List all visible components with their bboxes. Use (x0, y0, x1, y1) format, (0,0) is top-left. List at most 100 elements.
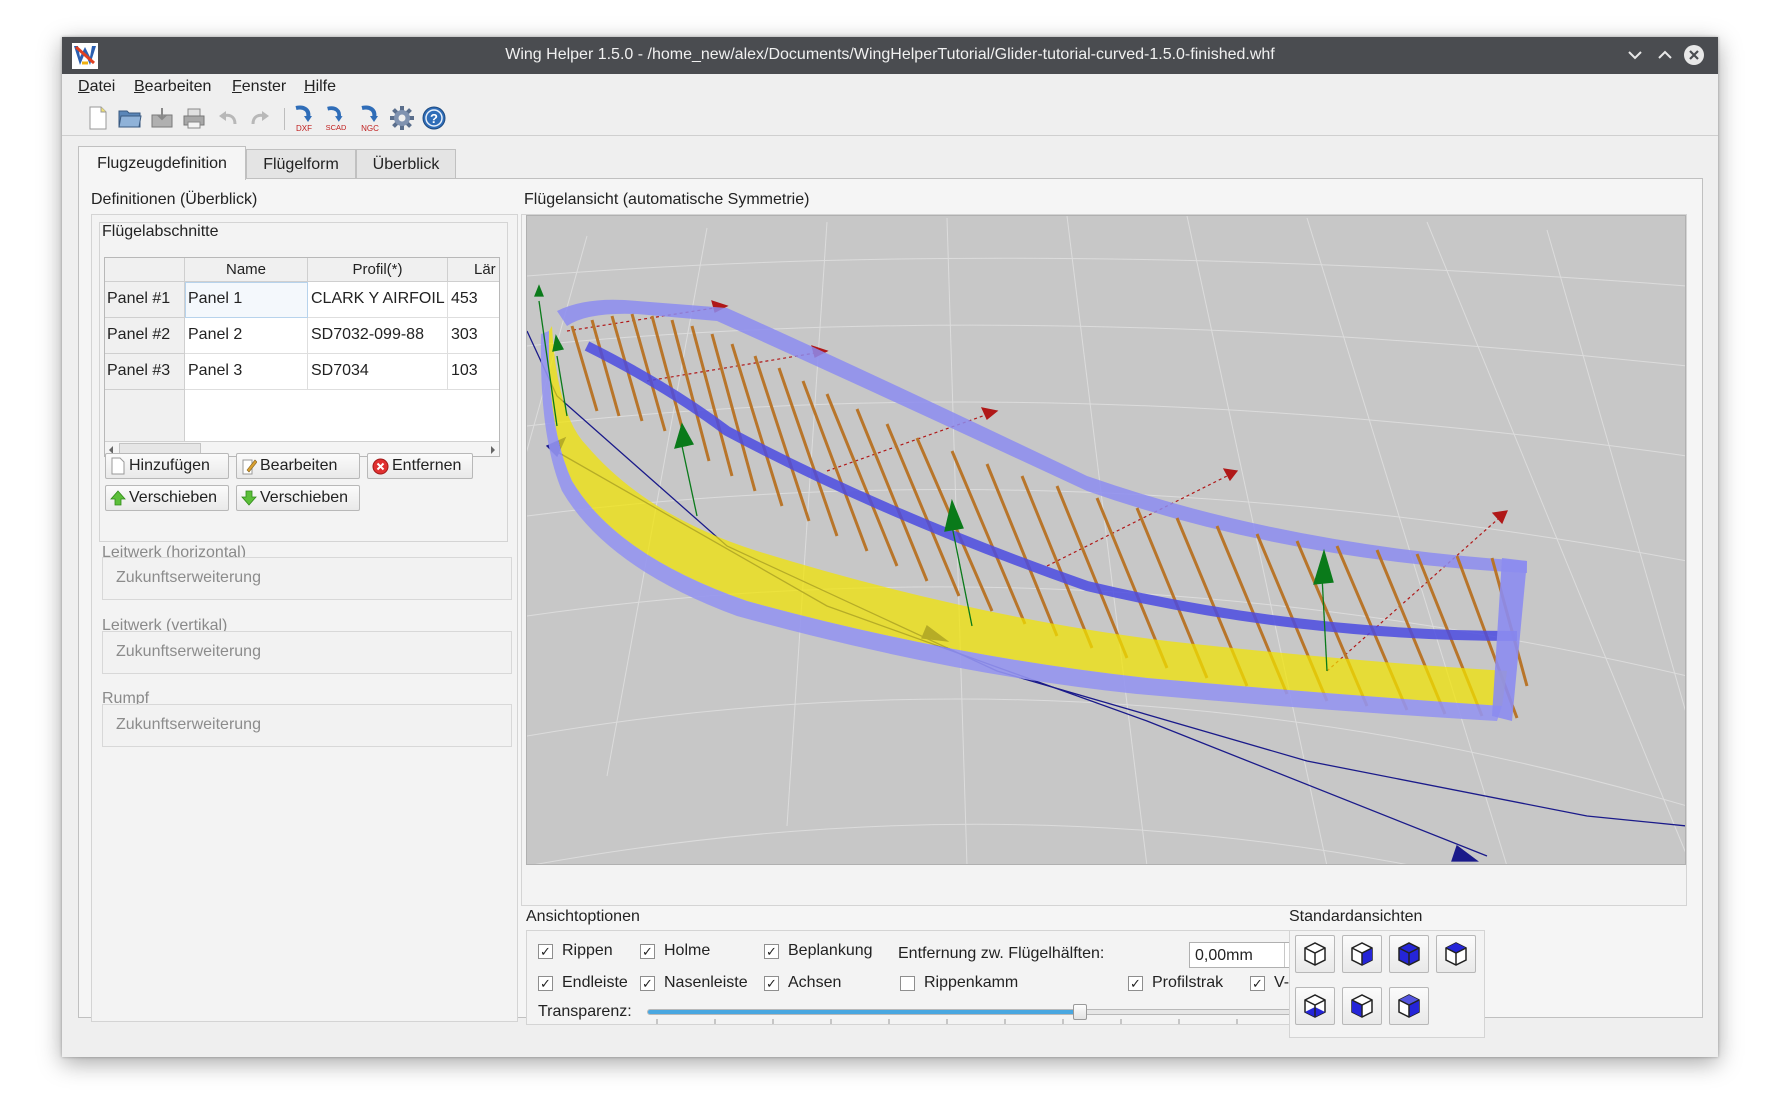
wing-model (540, 299, 1529, 721)
redo-button[interactable] (246, 104, 274, 132)
menu-bearbeiten[interactable]: Bearbeiten (134, 78, 211, 96)
add-section-button[interactable]: Hinzufügen (105, 453, 229, 479)
move-up-label: Verschieben (129, 489, 218, 506)
view-right-button[interactable] (1342, 987, 1382, 1025)
checkbox-rippen-box[interactable]: ✓ (538, 943, 553, 959)
menu-datei-label: atei (89, 78, 116, 95)
checkbox-profilstrak-label: Profilstrak (1152, 974, 1224, 991)
checkbox-beplankung[interactable]: ✓ Beplankung (764, 942, 873, 960)
checkbox-rippen-label: Rippen (562, 942, 613, 959)
cell-name-panel-3[interactable]: Panel 3 (185, 354, 308, 390)
edit-section-button[interactable]: Bearbeiten (236, 453, 360, 479)
export-scad-button[interactable]: SCAD (322, 104, 350, 132)
cell-name-panel-1[interactable]: Panel 1 (185, 282, 308, 318)
svg-text:?: ? (430, 111, 438, 126)
remove-section-button[interactable]: Entfernen (367, 453, 473, 479)
checkbox-endleiste-label: Endleiste (562, 974, 628, 991)
new-file-button[interactable] (84, 104, 112, 132)
menu-datei-mnemonic: D (78, 78, 90, 95)
move-down-button[interactable]: Verschieben (236, 485, 360, 511)
app-window: Wing Helper 1.5.0 - /home_new/alex/Docum… (62, 37, 1718, 1057)
tab-flugzeugdefinition[interactable]: Flugzeugdefinition (78, 146, 246, 180)
transparency-slider[interactable] (647, 1004, 1357, 1020)
save-file-button[interactable] (148, 104, 176, 132)
menu-bar: Datei Bearbeiten Fenster Hilfe (62, 74, 1718, 100)
close-icon[interactable] (1682, 43, 1706, 67)
row-header-panel-3[interactable]: Panel #3 (105, 354, 185, 390)
view-top-button[interactable] (1389, 935, 1429, 973)
view-bottom-button[interactable] (1436, 935, 1476, 973)
cell-length-panel-3[interactable]: 103 (448, 354, 499, 390)
open-file-button[interactable] (116, 104, 144, 132)
save-file-icon (151, 108, 173, 128)
distance-label: Entfernung zw. Flügelhälften: (898, 945, 1105, 962)
export-ngc-button[interactable]: NGC (356, 104, 384, 132)
new-file-icon (111, 457, 125, 475)
scroll-right-arrow-icon[interactable] (489, 445, 497, 455)
tab-fluegelform[interactable]: Flügelform (246, 149, 356, 179)
wing-sections-table[interactable]: Name Profil(*) Lär Panel #1 Panel 1 CLAR… (104, 257, 500, 457)
maximize-icon[interactable] (1653, 43, 1677, 67)
checkbox-achsen[interactable]: ✓ Achsen (764, 974, 841, 992)
tail-vertical-placeholder: Zukunftserweiterung (102, 631, 512, 674)
cell-length-panel-1[interactable]: 453 (448, 282, 499, 318)
standard-views-heading: Standardansichten (1289, 908, 1423, 925)
view-front-button[interactable] (1295, 935, 1335, 973)
title-bar[interactable]: Wing Helper 1.5.0 - /home_new/alex/Docum… (62, 37, 1718, 74)
undo-button[interactable] (214, 104, 242, 132)
export-dxf-button[interactable]: DXF (290, 104, 318, 132)
menu-fenster-mnemonic: F (232, 78, 242, 95)
checkbox-profilstrak-box[interactable]: ✓ (1128, 975, 1143, 991)
view-left-button[interactable] (1295, 987, 1335, 1025)
cell-profile-panel-2[interactable]: SD7032-099-88 (308, 318, 448, 354)
export-dxf-label: DXF (296, 124, 312, 132)
checkbox-endleiste[interactable]: ✓ Endleiste (538, 974, 628, 992)
view-back-button[interactable] (1342, 935, 1382, 973)
help-icon: ? (422, 106, 446, 130)
row-header-empty-area (105, 390, 185, 442)
row-header-panel-1[interactable]: Panel #1 (105, 282, 185, 318)
view-iso-button[interactable] (1389, 987, 1429, 1025)
menu-datei[interactable]: Datei (78, 78, 115, 96)
view-left-icon (1304, 994, 1326, 1018)
row-header-panel-2[interactable]: Panel #2 (105, 318, 185, 354)
move-up-button[interactable]: Verschieben (105, 485, 229, 511)
help-button[interactable]: ? (420, 104, 448, 132)
checkbox-holme[interactable]: ✓ Holme (640, 942, 710, 960)
checkbox-profilstrak[interactable]: ✓ Profilstrak (1128, 974, 1223, 992)
checkbox-v-stellung-box[interactable]: ✓ (1250, 975, 1265, 991)
print-button[interactable] (180, 104, 208, 132)
menu-fenster[interactable]: Fenster (232, 78, 286, 96)
column-header-name[interactable]: Name (185, 258, 308, 282)
column-header-profile[interactable]: Profil(*) (308, 258, 448, 282)
wing-3d-viewport[interactable] (526, 215, 1686, 865)
distance-spinbox[interactable]: 0,00mm ▲▼ (1189, 942, 1301, 968)
checkbox-nasenleiste[interactable]: ✓ Nasenleiste (640, 974, 748, 992)
cell-name-panel-2[interactable]: Panel 2 (185, 318, 308, 354)
menu-hilfe[interactable]: Hilfe (304, 78, 336, 96)
minimize-icon[interactable] (1623, 43, 1647, 67)
checkbox-achsen-box[interactable]: ✓ (764, 975, 779, 991)
transparency-slider-fill (648, 1010, 1080, 1014)
column-header-length[interactable]: Lär (448, 258, 499, 282)
checkbox-endleiste-box[interactable]: ✓ (538, 975, 553, 991)
checkbox-nasenleiste-box[interactable]: ✓ (640, 975, 655, 991)
transparency-label: Transparenz: (538, 1003, 632, 1020)
checkbox-beplankung-box[interactable]: ✓ (764, 943, 779, 959)
checkbox-rippen[interactable]: ✓ Rippen (538, 942, 613, 960)
settings-button[interactable] (388, 104, 416, 132)
wing-3d-render[interactable] (527, 216, 1686, 865)
remove-section-label: Entfernen (392, 457, 462, 474)
cell-length-panel-2[interactable]: 303 (448, 318, 499, 354)
tab-ueberblick[interactable]: Überblick (356, 149, 456, 179)
checkbox-holme-box[interactable]: ✓ (640, 943, 655, 959)
remove-x-icon (372, 458, 389, 474)
cell-profile-panel-1[interactable]: CLARK Y AIRFOIL (308, 282, 448, 318)
cell-profile-panel-3[interactable]: SD7034 (308, 354, 448, 390)
undo-icon (219, 111, 237, 125)
transparency-slider-handle[interactable] (1072, 1004, 1087, 1020)
checkbox-rippenkamm[interactable]: Rippenkamm (900, 974, 1018, 992)
slider-ticks (656, 1019, 1354, 1024)
tail-horizontal-placeholder: Zukunftserweiterung (102, 557, 512, 600)
checkbox-rippenkamm-box[interactable] (900, 975, 915, 991)
